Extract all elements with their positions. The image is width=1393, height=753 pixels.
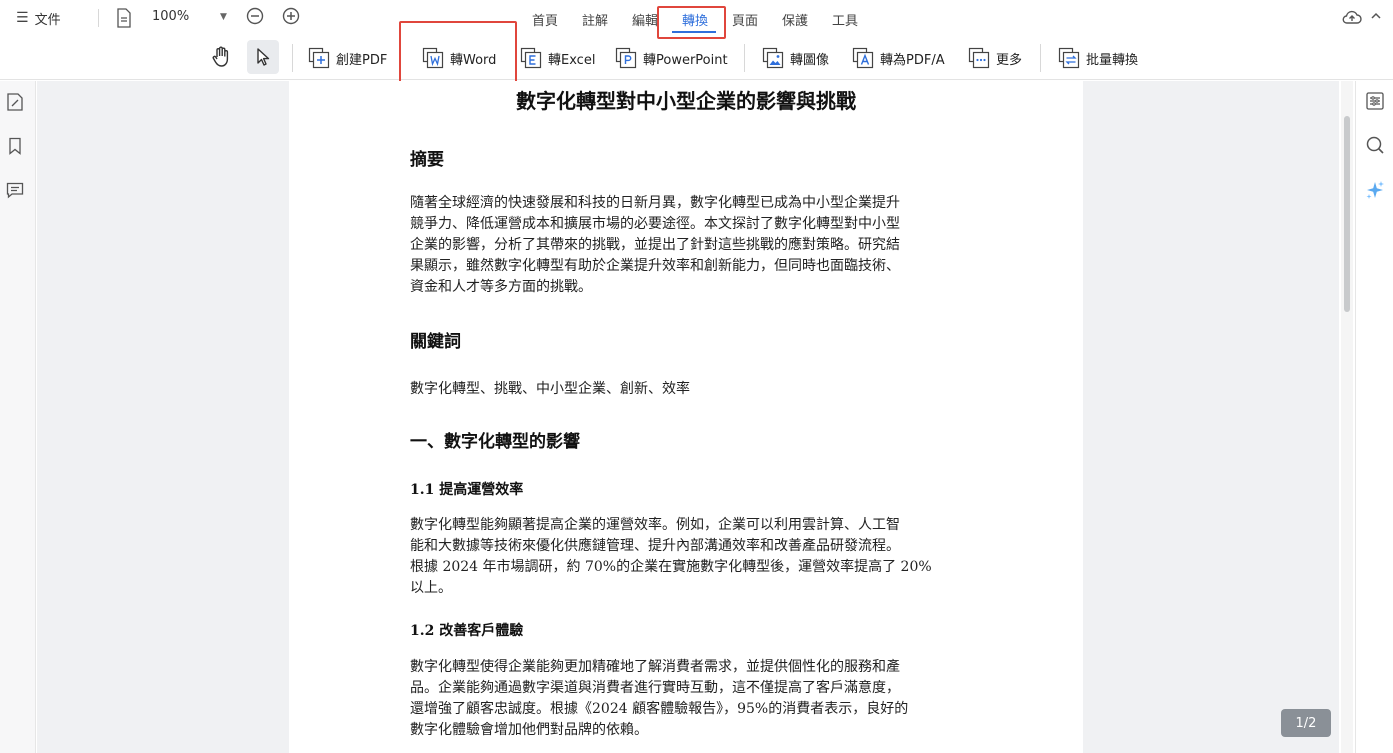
keywords-heading: 關鍵詞 xyxy=(410,332,461,352)
tab-home[interactable]: 首頁 xyxy=(532,10,558,29)
hand-tool-button[interactable] xyxy=(206,40,236,74)
text-line: 果顯示，雖然數字化轉型有助於企業提升效率和創新能力，但同時也面臨技術、 xyxy=(410,258,900,274)
text-line: 競爭力、降低運營成本和擴展市場的必要途徑。本文探討了數字化轉型對中小型 xyxy=(410,216,900,232)
tab-edit[interactable]: 編輯 xyxy=(632,10,658,29)
customer-experience-paragraph: 數字化轉型使得企業能夠更加精確地了解消費者需求，並提供個性化的服務和產 品。企業… xyxy=(410,657,966,741)
efficiency-paragraph: 數字化轉型能夠顯著提高企業的運營效率。例如，企業可以利用雲計算、人工智 能和大數… xyxy=(410,515,966,599)
text-line: 隨著全球經濟的快速發展和科技的日新月異，數字化轉型已成為中小型企業提升 xyxy=(410,195,900,211)
tab-page[interactable]: 頁面 xyxy=(732,10,758,29)
divider xyxy=(98,9,99,27)
top-toolbar: ☰ 文件 100% ▼ 首頁 註解 編輯 轉換 頁面 保護 工具 創建PDF 轉… xyxy=(0,0,1393,80)
convert-to-excel-label: 轉Excel xyxy=(548,52,596,68)
section-heading: 一、數字化轉型的影響 xyxy=(410,432,580,452)
tab-protect[interactable]: 保護 xyxy=(782,10,808,29)
tab-tools[interactable]: 工具 xyxy=(832,10,858,29)
text-line: 還增強了顧客忠誠度。根據《2024 顧客體驗報告》，95%的消費者表示，良好的 xyxy=(410,701,909,717)
powerpoint-file-icon xyxy=(615,47,637,69)
more-formats-label: 更多 xyxy=(996,52,1023,68)
text-line: 資金和人才等多方面的挑戰。 xyxy=(410,279,592,295)
text-line: 以上。 xyxy=(410,580,452,596)
active-tab-underline xyxy=(672,31,716,33)
batch-convert-button[interactable]: 批量轉換 xyxy=(1058,36,1138,80)
select-tool-button[interactable] xyxy=(247,40,279,74)
divider xyxy=(744,44,745,72)
batch-convert-label: 批量轉換 xyxy=(1086,52,1139,68)
word-file-icon xyxy=(422,47,444,69)
divider xyxy=(292,44,293,72)
text-line: 數字化體驗會增加他們對品牌的依賴。 xyxy=(410,722,648,738)
left-sidebar xyxy=(0,81,36,753)
zoom-in-icon[interactable] xyxy=(282,7,300,25)
right-sidebar xyxy=(1355,81,1393,753)
collapse-toolbar-icon[interactable] xyxy=(1370,10,1382,22)
search-icon[interactable] xyxy=(1365,135,1385,155)
convert-to-word-label: 轉Word xyxy=(450,52,497,68)
file-menu-label: 文件 xyxy=(34,12,61,28)
hamburger-icon: ☰ xyxy=(16,10,29,26)
text-line: 能和大數據等技術來優化供應鏈管理、提升內部溝通效率和改善產品研發流程。 xyxy=(410,538,900,554)
convert-to-image-button[interactable]: 轉圖像 xyxy=(762,36,829,80)
scrollbar-thumb[interactable] xyxy=(1344,116,1350,312)
subsection-heading: 1.2 改善客戶體驗 xyxy=(410,623,524,639)
zoom-level[interactable]: 100% xyxy=(152,9,189,24)
divider xyxy=(1040,44,1041,72)
hand-icon xyxy=(212,46,229,67)
file-menu-button[interactable]: ☰ 文件 xyxy=(16,8,61,28)
convert-to-word-button[interactable]: 轉Word xyxy=(422,36,496,80)
text-line: 數字化轉型能夠顯著提高企業的運營效率。例如，企業可以利用雲計算、人工智 xyxy=(410,517,900,533)
abstract-paragraph: 隨著全球經濟的快速發展和科技的日新月異，數字化轉型已成為中小型企業提升 競爭力、… xyxy=(410,193,966,298)
page-thumbnail-icon[interactable] xyxy=(6,93,24,111)
text-line: 品。企業能夠通過數字渠道與消費者進行實時互動，這不僅提高了客戶滿意度， xyxy=(410,680,900,696)
create-pdf-label: 創建PDF xyxy=(336,52,388,68)
keywords-text: 數字化轉型、挑戰、中小型企業、創新、效率 xyxy=(410,381,690,397)
subsection-heading: 1.1 提高運營效率 xyxy=(410,482,524,498)
batch-convert-icon xyxy=(1058,47,1080,69)
pdfa-file-icon xyxy=(852,47,874,69)
tab-annotate[interactable]: 註解 xyxy=(582,10,608,29)
abstract-heading: 摘要 xyxy=(410,150,444,170)
text-line: 數字化轉型使得企業能夠更加精確地了解消費者需求，並提供個性化的服務和產 xyxy=(410,659,900,675)
text-line: 根據 2024 年市場調研，約 70%的企業在實施數字化轉型後，運營效率提高了 … xyxy=(410,559,932,575)
image-file-icon xyxy=(762,47,784,69)
comment-icon[interactable] xyxy=(6,181,24,199)
convert-to-powerpoint-label: 轉PowerPoint xyxy=(643,52,728,68)
excel-file-icon xyxy=(520,47,542,69)
zoom-out-icon[interactable] xyxy=(246,7,264,25)
convert-to-powerpoint-button[interactable]: 轉PowerPoint xyxy=(615,36,728,80)
tab-convert[interactable]: 轉換 xyxy=(682,10,708,29)
zoom-dropdown-icon[interactable]: ▼ xyxy=(220,12,227,22)
page-number-indicator: 1/2 xyxy=(1281,709,1331,737)
text-line: 企業的影響，分析了其帶來的挑戰，並提出了針對這些挑戰的應對策略。研究結 xyxy=(410,237,900,253)
cloud-upload-icon[interactable] xyxy=(1342,8,1362,26)
ai-assistant-sparkle-icon[interactable] xyxy=(1364,179,1386,201)
document-title: 數字化轉型對中小型企業的影響與挑戰 xyxy=(516,89,856,113)
convert-to-pdfa-button[interactable]: 轉為PDF/A xyxy=(852,36,945,80)
menu-row: ☰ 文件 100% ▼ 首頁 註解 編輯 轉換 頁面 保護 工具 xyxy=(0,0,1393,36)
create-pdf-icon xyxy=(308,47,330,69)
document-page[interactable]: 數字化轉型對中小型企業的影響與挑戰 摘要 隨著全球經濟的快速發展和科技的日新月異… xyxy=(289,81,1083,753)
document-canvas[interactable]: 數字化轉型對中小型企業的影響與挑戰 摘要 隨著全球經濟的快速發展和科技的日新月異… xyxy=(37,81,1339,753)
convert-to-pdfa-label: 轉為PDF/A xyxy=(880,52,945,68)
convert-ribbon: 創建PDF 轉Word 轉Excel 轉PowerPoint 轉圖像 轉為PDF… xyxy=(0,36,1393,80)
bookmark-icon[interactable] xyxy=(6,137,24,155)
more-icon xyxy=(968,47,990,69)
more-formats-button[interactable]: 更多 xyxy=(968,36,1022,80)
page-view-icon[interactable] xyxy=(116,8,132,28)
convert-to-image-label: 轉圖像 xyxy=(790,52,830,68)
convert-to-excel-button[interactable]: 轉Excel xyxy=(520,36,595,80)
properties-panel-icon[interactable] xyxy=(1365,91,1385,111)
create-pdf-button[interactable]: 創建PDF xyxy=(308,36,387,80)
cursor-arrow-icon xyxy=(257,48,270,66)
